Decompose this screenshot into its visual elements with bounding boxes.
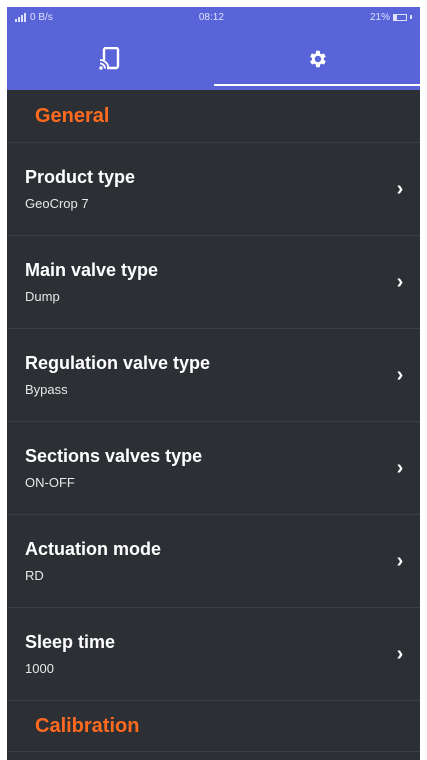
chevron-right-icon: › xyxy=(396,549,404,572)
network-speed: 0 B/s xyxy=(30,11,53,23)
section-header-general: General xyxy=(7,90,420,143)
tab-device[interactable] xyxy=(7,27,214,90)
app-screen: 0 B/s 08:12 21% General Product type Geo… xyxy=(7,7,420,760)
setting-title: Actuation mode xyxy=(25,539,162,559)
battery-icon xyxy=(393,13,407,21)
status-left: 0 B/s xyxy=(15,12,53,23)
signal-icon xyxy=(15,12,26,22)
setting-value: ON-OFF xyxy=(25,475,75,490)
setting-text: Product type GeoCrop 7 xyxy=(25,167,135,211)
setting-title: Sleep time xyxy=(25,632,116,652)
setting-regulation-valve-type[interactable]: Regulation valve type Bypass › xyxy=(7,329,420,422)
setting-value: 1000 xyxy=(25,661,54,676)
setting-sleep-time[interactable]: Sleep time 1000 › xyxy=(7,608,420,701)
chevron-right-icon: › xyxy=(396,642,404,665)
setting-product-type[interactable]: Product type GeoCrop 7 › xyxy=(7,143,420,236)
setting-title: Main valve type xyxy=(25,260,159,280)
chevron-right-icon: › xyxy=(396,177,404,200)
chevron-right-icon: › xyxy=(396,363,404,386)
setting-main-valve-type[interactable]: Main valve type Dump › xyxy=(7,236,420,329)
setting-sections-valves-type[interactable]: Sections valves type ON-OFF › xyxy=(7,422,420,515)
chevron-right-icon: › xyxy=(396,456,404,479)
device-cast-icon xyxy=(99,46,121,71)
setting-title: Sections valves type xyxy=(25,446,203,466)
gear-icon xyxy=(306,48,328,70)
setting-text: Sections valves type ON-OFF xyxy=(25,446,202,490)
setting-value: Dump xyxy=(25,289,60,304)
clock: 08:12 xyxy=(198,11,224,23)
setting-value: GeoCrop 7 xyxy=(25,196,89,211)
status-bar: 0 B/s 08:12 21% xyxy=(7,7,420,27)
setting-text: Regulation valve type Bypass xyxy=(25,353,210,397)
setting-text: Main valve type Dump xyxy=(25,260,158,304)
setting-value: Bypass xyxy=(25,382,68,397)
setting-text: Actuation mode RD xyxy=(25,539,161,583)
chevron-right-icon: › xyxy=(396,270,404,293)
battery-indicator: 21% xyxy=(370,12,412,23)
battery-percent: 21% xyxy=(369,11,390,23)
setting-actuation-mode[interactable]: Actuation mode RD › xyxy=(7,515,420,608)
setting-title: Product type xyxy=(25,167,136,187)
section-header-calibration: Calibration xyxy=(7,701,420,752)
setting-text: Sleep time 1000 xyxy=(25,632,115,676)
tab-bar xyxy=(7,27,420,90)
setting-title: Regulation valve type xyxy=(25,353,211,373)
setting-value: RD xyxy=(25,568,44,583)
tab-settings[interactable] xyxy=(213,27,421,90)
